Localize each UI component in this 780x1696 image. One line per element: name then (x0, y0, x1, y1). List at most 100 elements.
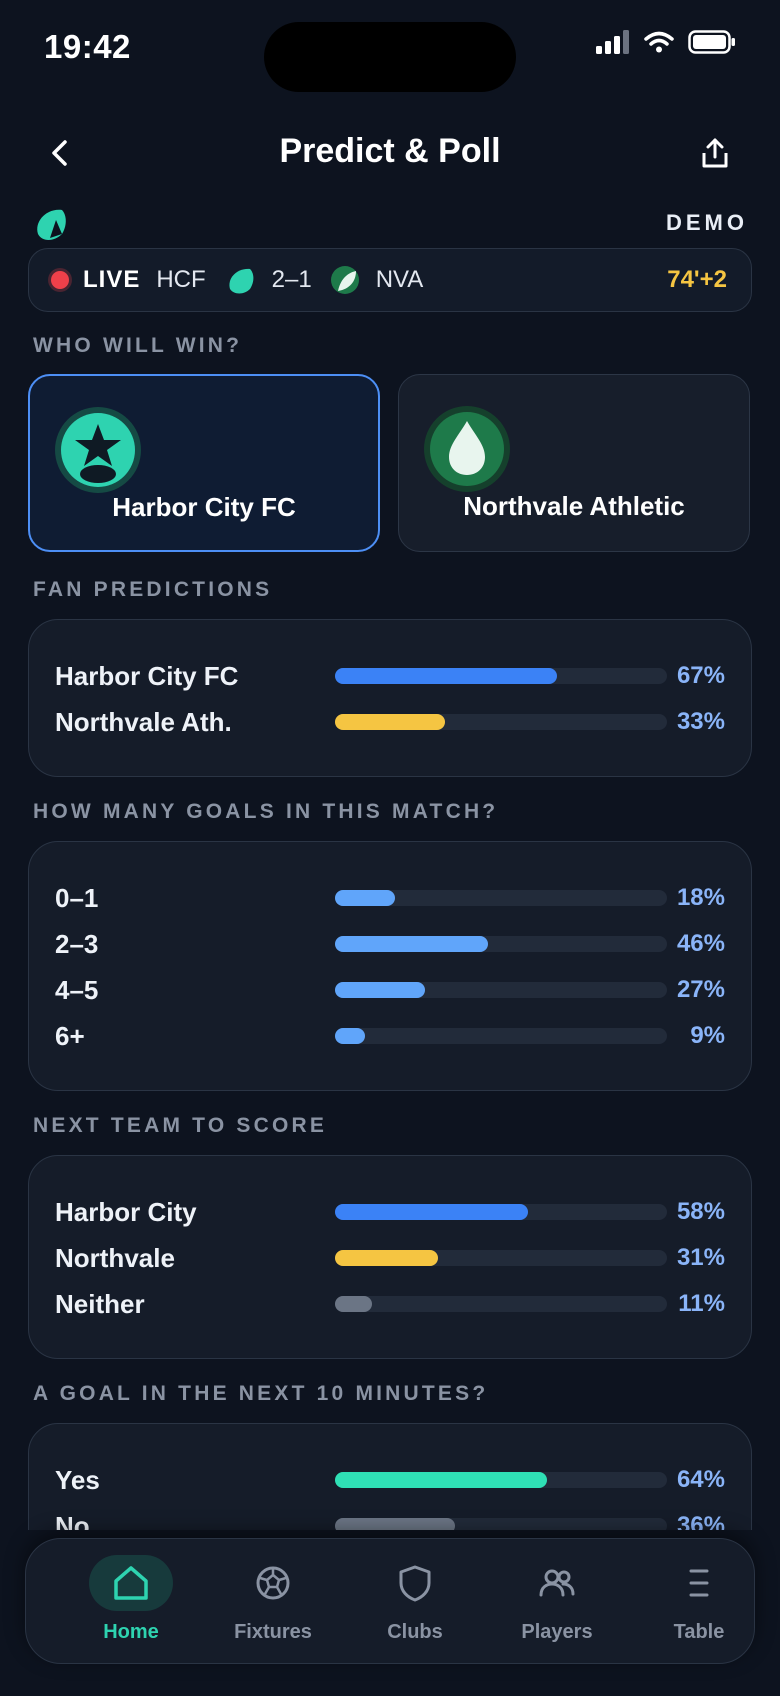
nav-label: Players (521, 1621, 593, 1643)
nav-fixtures[interactable]: Fixtures (202, 1539, 344, 1665)
option-percent: 27% (676, 976, 725, 1003)
option-bar-fill (335, 1296, 372, 1312)
option-bar-track (335, 982, 667, 998)
option-percent: 11% (678, 1290, 725, 1317)
nav-players[interactable]: Players (486, 1539, 628, 1665)
page-title: Predict & Poll (279, 132, 501, 170)
goals-poll-card: 0–1 18% 2–3 46% 4–5 27% 6+ 9% (28, 841, 752, 1091)
option-bar-track (335, 1028, 667, 1044)
fan-predictions-label: FAN PREDICTIONS (33, 578, 273, 601)
share-icon (702, 138, 728, 168)
share-button[interactable] (690, 128, 740, 178)
demo-label: DEMO (666, 210, 748, 235)
next-10-minutes-label: A GOAL IN THE NEXT 10 MINUTES? (33, 1382, 489, 1405)
poll-option[interactable]: 6+ 9% (55, 1016, 725, 1056)
nav-label: Home (103, 1621, 159, 1643)
home-team-abbr: HCF (156, 266, 206, 293)
option-label: Harbor City (55, 1196, 197, 1227)
option-percent: 67% (676, 662, 725, 689)
match-minute: 74'+2 (667, 266, 727, 293)
poll-option[interactable]: Yes 64% (55, 1460, 725, 1500)
away-team-abbr: NVA (375, 266, 424, 293)
battery-icon (688, 30, 735, 54)
option-label: Yes (55, 1464, 100, 1495)
status-time: 19:42 (44, 28, 131, 65)
option-bar-fill (335, 936, 488, 952)
status-icons (596, 30, 736, 54)
live-score-strip[interactable]: LIVE HCF 2–1 NVA 74'+2 (28, 248, 752, 312)
option-bar-track (335, 1296, 667, 1312)
poll-option[interactable]: 4–5 27% (55, 970, 725, 1010)
option-label: 6+ (55, 1020, 85, 1051)
home-icon (114, 1566, 148, 1600)
poll-option[interactable]: Harbor City FC 67% (55, 656, 725, 696)
dynamic-island (264, 22, 516, 92)
goals-poll-label: HOW MANY GOALS IN THIS MATCH? (33, 800, 499, 823)
team-option-harbor-city[interactable]: Harbor City FC (28, 374, 380, 552)
option-bar-fill (335, 668, 558, 684)
home-team-badge-icon (229, 268, 254, 294)
option-label: Northvale Ath. (55, 706, 232, 737)
nav-clubs[interactable]: Clubs (344, 1539, 486, 1665)
option-bar-track (335, 1250, 667, 1266)
live-score: 2–1 (271, 266, 312, 293)
live-indicator (51, 271, 69, 289)
option-bar-track (335, 890, 667, 906)
option-label: 2–3 (55, 928, 99, 959)
option-label: 0–1 (55, 882, 99, 913)
drop-crest-icon (424, 406, 510, 492)
nav-icon-wrap (373, 1555, 457, 1611)
nav-label: Clubs (387, 1621, 443, 1643)
brand-logo-icon (37, 209, 66, 240)
bottom-nav: Home Fixtures Clubs Players Table (25, 1538, 755, 1664)
option-bar-fill (335, 1028, 365, 1044)
signal-icon (596, 30, 629, 54)
team-name: Northvale Athletic (463, 491, 685, 521)
option-label: Harbor City FC (55, 660, 239, 691)
poll-option[interactable]: Northvale Ath. 33% (55, 702, 725, 742)
nav-label: Fixtures (234, 1621, 312, 1643)
option-bar-track (335, 1472, 667, 1488)
poll-option[interactable]: Harbor City 58% (55, 1192, 725, 1232)
option-percent: 58% (676, 1198, 725, 1225)
nav-home[interactable]: Home (60, 1539, 202, 1665)
option-label: Northvale (55, 1242, 175, 1273)
option-bar-fill (335, 1204, 528, 1220)
nav-table[interactable]: Table (628, 1539, 770, 1665)
fan-predictions-card: Harbor City FC 67% Northvale Ath. 33% (28, 619, 752, 777)
option-bar-fill (335, 1250, 438, 1266)
wifi-icon (644, 31, 674, 53)
option-percent: 33% (676, 708, 725, 735)
away-team-badge-icon (330, 266, 359, 294)
next-team-card: Harbor City 58% Northvale 31% Neither 11… (28, 1155, 752, 1359)
fixtures-icon (256, 1566, 290, 1600)
next-team-label: NEXT TEAM TO SCORE (33, 1114, 328, 1137)
nav-icon-wrap (231, 1555, 315, 1611)
option-label: 4–5 (55, 974, 99, 1005)
poll-option[interactable]: Neither 11% (55, 1284, 725, 1324)
option-bar-fill (335, 890, 395, 906)
option-percent: 64% (676, 1466, 725, 1493)
option-percent: 9% (690, 1022, 725, 1049)
table-icon (689, 1569, 709, 1597)
option-label: Neither (55, 1288, 145, 1319)
app-header: Predict & Poll (0, 118, 780, 188)
live-label: LIVE (83, 266, 141, 293)
option-bar-track (335, 714, 667, 730)
option-bar-fill (335, 714, 445, 730)
shield-icon (399, 1565, 431, 1602)
nav-label: Table (673, 1621, 725, 1643)
players-icon (539, 1569, 575, 1597)
nav-icon-wrap (657, 1555, 741, 1611)
poll-option[interactable]: 0–1 18% (55, 878, 725, 918)
poll-option[interactable]: Northvale 31% (55, 1238, 725, 1278)
who-will-win-label: WHO WILL WIN? (33, 334, 243, 357)
option-bar-track (335, 1204, 667, 1220)
team-option-northvale[interactable]: Northvale Athletic (398, 374, 750, 552)
status-bar: 19:42 (0, 0, 780, 100)
option-bar-track (335, 936, 667, 952)
team-name: Harbor City FC (112, 492, 296, 522)
option-percent: 31% (676, 1244, 725, 1271)
poll-option[interactable]: 2–3 46% (55, 924, 725, 964)
option-bar-track (335, 668, 667, 684)
